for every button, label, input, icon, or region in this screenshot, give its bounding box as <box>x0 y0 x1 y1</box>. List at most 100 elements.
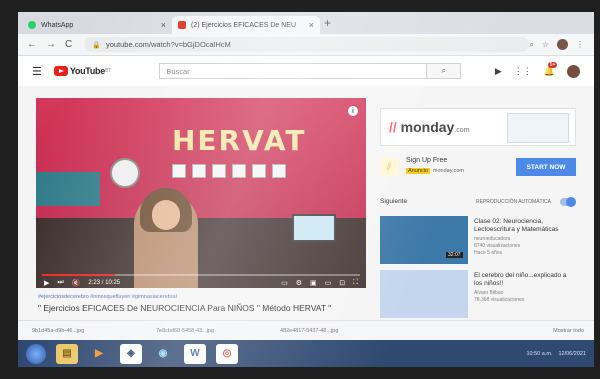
address-bar[interactable]: 🔒 youtube.com/watch?v=bGjDOcalHcM <box>84 37 530 52</box>
upload-age: Hace 5 años <box>474 250 503 256</box>
hamburger-menu-icon[interactable]: ☰ <box>32 65 42 78</box>
browser-actions: ⌕ ☆ ⋮ <box>529 39 584 50</box>
forward-icon[interactable]: → <box>46 39 56 50</box>
show-all-downloads-link[interactable]: Mostrar todo <box>553 328 584 334</box>
youtube-logo[interactable]: YouTube BT <box>53 66 112 76</box>
store-icon[interactable]: ◈ <box>120 343 142 364</box>
progress-fill <box>42 274 116 276</box>
new-tab-button[interactable]: + <box>324 16 331 30</box>
youtube-icon <box>178 21 186 29</box>
system-tray: 10:50 a.m. 12/06/2021 <box>526 351 586 357</box>
video-title: El cerebro del niño...explicado a los ni… <box>474 272 567 287</box>
screen: WhatsApp × (2) Ejercicios EFICACES De NE… <box>18 12 594 367</box>
profile-avatar[interactable] <box>557 39 568 50</box>
whatsapp-icon <box>28 21 36 29</box>
up-next-label: Siguiente <box>380 198 408 205</box>
wall-picture <box>252 164 266 178</box>
play-icon[interactable]: ▶ <box>44 279 49 287</box>
search-placeholder: Buscar <box>166 66 190 76</box>
hervat-sign: HERVAT <box>172 124 307 157</box>
menu-dots-icon[interactable]: ⋮ <box>576 40 584 49</box>
file-explorer-icon[interactable]: ▤ <box>56 343 78 364</box>
user-avatar[interactable] <box>567 64 580 78</box>
sponsored-item[interactable]: ⫽ Sign Up Free Anuncio monday.com START N… <box>380 154 576 182</box>
url-text: youtube.com/watch?v=bGjDOcalHcM <box>105 40 231 49</box>
notifications-bell-icon[interactable]: 🔔 9+ <box>544 61 558 77</box>
subtitles-icon[interactable]: ▭ <box>281 279 288 287</box>
tab-whatsapp[interactable]: WhatsApp × <box>22 16 172 34</box>
settings-gear-icon[interactable]: ⚙ <box>296 279 302 287</box>
video-thumbnail <box>380 270 468 318</box>
fullscreen-icon[interactable]: ⛶ <box>353 279 358 287</box>
view-count: 8740 visualizaciones <box>474 243 521 249</box>
sponsor-meta: Anuncio monday.com <box>406 168 464 174</box>
close-tab-icon[interactable]: × <box>161 20 166 30</box>
youtube-header: ☰ YouTube BT Buscar ⌕ ▶ ⋮⋮ 🔔 9+ <box>18 56 594 86</box>
monday-icon: ⫽ <box>380 158 398 176</box>
sponsor-domain: monday.com <box>432 168 464 174</box>
media-player-icon[interactable]: ▶ <box>88 344 110 364</box>
wall-picture <box>172 164 186 178</box>
back-icon[interactable]: ← <box>27 39 37 50</box>
close-tab-icon[interactable]: × <box>309 20 314 30</box>
wall-picture <box>232 164 246 178</box>
youtube-play-icon <box>53 66 68 76</box>
windows-taskbar: ▤ ▶ ◈ ◉ W ◎ 10:50 a.m. 12/06/2021 <box>18 340 594 367</box>
word-icon[interactable]: W <box>184 343 206 364</box>
downloads-bar: 9b1d45a-d9b-46...jpg 7e8cbd60-5458-43...… <box>18 320 594 340</box>
monday-ad-banner[interactable]: // monday.com <box>380 108 576 146</box>
create-video-icon[interactable]: ▶ <box>495 66 502 77</box>
tab-youtube[interactable]: (2) Ejercicios EFICACES De NEU × <box>172 16 320 34</box>
download-item[interactable]: 9b1d45a-d9b-46...jpg <box>32 328 142 334</box>
logo-country: BT <box>104 68 112 74</box>
tray-date: 12/06/2021 <box>558 350 586 357</box>
time-display: 2:23 / 10:25 <box>88 279 121 286</box>
tray-clock: 10:50 a.m. <box>526 350 553 357</box>
ad-preview-image <box>507 113 569 143</box>
search-icon[interactable]: ⌕ <box>529 40 533 50</box>
progress-bar[interactable] <box>42 274 360 276</box>
video-player[interactable]: HERVAT i ▶ ⏭ 🔇 2:23 / 10:25 ▭ ⚙ ▣ ▭ ⊡ ⛶ <box>36 98 366 288</box>
tab-strip: WhatsApp × (2) Ejercicios EFICACES De NE… <box>18 12 594 34</box>
player-controls: ▶ ⏭ 🔇 2:23 / 10:25 ▭ ⚙ ▣ ▭ ⊡ ⛶ <box>36 277 366 288</box>
download-item[interactable]: 7e8cbd60-5458-43...jpg <box>156 328 266 334</box>
download-item[interactable]: 482e4817-5437-48...jpg <box>280 328 390 334</box>
volume-icon[interactable]: 🔇 <box>72 279 81 287</box>
channel-name: Alvaro Bilbao <box>474 290 504 296</box>
apps-grid-icon[interactable]: ⋮⋮ <box>514 66 532 77</box>
search-input[interactable]: Buscar <box>159 63 428 79</box>
browser-toolbar: ← → C 🔒 youtube.com/watch?v=bGjDOcalHcM … <box>18 34 594 56</box>
tab-label: WhatsApp <box>41 21 74 29</box>
search-icon: ⌕ <box>441 66 447 75</box>
blue-shelf <box>36 172 100 206</box>
wall-clock <box>110 158 140 188</box>
autoplay-toggle[interactable] <box>560 197 576 207</box>
reload-icon[interactable]: C <box>65 39 72 50</box>
video-title: Clase 02: Neurociencia, Lectoescritura y… <box>474 218 559 233</box>
start-now-button[interactable]: START NOW <box>516 158 576 176</box>
tv-screen <box>292 214 336 242</box>
recommended-video[interactable]: 32:07 Clase 02: Neurociencia, Lectoescri… <box>380 216 576 264</box>
tab-label: (2) Ejercicios EFICACES De NEU <box>191 21 297 29</box>
miniplayer-icon[interactable]: ▣ <box>310 279 317 287</box>
recommended-video[interactable]: El cerebro del niño...explicado a los ni… <box>380 270 576 318</box>
wall-picture <box>272 164 286 178</box>
windows-start-icon[interactable] <box>26 343 46 364</box>
next-icon[interactable]: ⏭ <box>57 279 63 287</box>
up-next-header: Siguiente REPRODUCCIÓN AUTOMÁTICA <box>380 197 576 210</box>
youtube-header-actions: ▶ ⋮⋮ 🔔 9+ <box>495 61 580 78</box>
cast-icon[interactable]: ⊡ <box>339 279 345 287</box>
info-icon[interactable]: i <box>348 106 358 116</box>
notification-badge: 9+ <box>547 61 558 68</box>
channel-name: neuroeducadora <box>474 236 511 242</box>
browser-icon[interactable]: ◉ <box>152 344 174 364</box>
video-hashtags[interactable]: #ejerciciosdecerebro #ninosquefluyen #gi… <box>38 294 177 300</box>
wall-picture <box>212 164 226 178</box>
star-icon[interactable]: ☆ <box>542 40 549 49</box>
theater-mode-icon[interactable]: ▭ <box>325 279 332 287</box>
view-count: 78.368 visualizaciones <box>474 297 525 303</box>
chrome-icon[interactable]: ◎ <box>216 343 238 364</box>
wall-picture <box>192 164 206 178</box>
search-button[interactable]: ⌕ <box>427 63 462 79</box>
video-duration: 32:07 <box>446 252 463 258</box>
